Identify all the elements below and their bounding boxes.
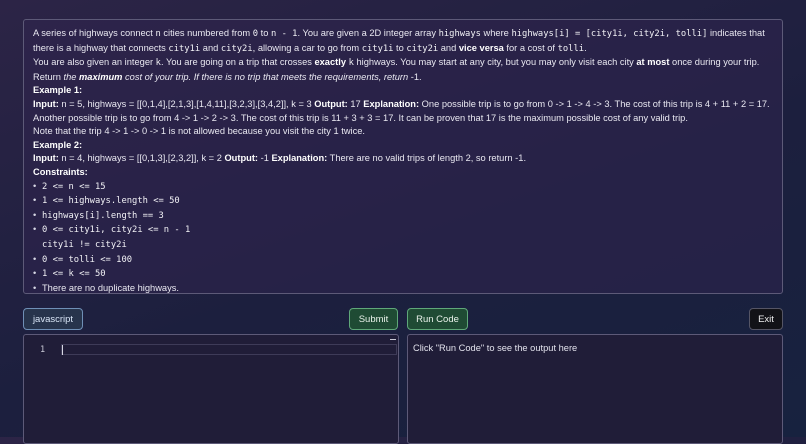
editor-scrollbar[interactable]	[390, 339, 396, 340]
constraint-item: 0 <= tolli <= 100	[33, 253, 773, 268]
exit-button[interactable]: Exit	[749, 308, 783, 330]
submit-button[interactable]: Submit	[349, 308, 398, 330]
problem-paragraph-3: Return the maximum cost of your trip. If…	[33, 71, 422, 82]
language-select-button[interactable]: javascript	[23, 308, 83, 330]
constraint-item: city1i != city2i	[42, 239, 127, 250]
example-1-title: Example 1:	[33, 85, 83, 96]
output-placeholder: Click "Run Code" to see the output here	[413, 343, 578, 353]
problem-description: A series of highways connect n cities nu…	[23, 19, 783, 296]
constraints-list: 2 <= n <= 15 1 <= highways.length <= 50 …	[33, 180, 773, 296]
run-code-button[interactable]: Run Code	[407, 308, 468, 330]
constraint-item: 1 <= highways.length <= 50	[33, 194, 773, 209]
constraint-item: 1 <= k <= 50	[33, 267, 773, 282]
example-1-note: Note that the trip 4 -> 1 -> 0 -> 1 is n…	[33, 126, 366, 137]
constraint-item: 0 <= city1i, city2i <= n - 1	[33, 223, 773, 238]
active-line-highlight[interactable]	[61, 344, 397, 355]
constraint-item: There are no duplicate highways.	[33, 282, 773, 296]
text-cursor	[62, 345, 63, 355]
line-number: 1	[40, 345, 46, 355]
problem-paragraph-2: You are also given an integer k. You are…	[33, 57, 760, 69]
example-1-body: Input: n = 5, highways = [[0,1,4],[2,1,3…	[33, 98, 770, 123]
constraints-title: Constraints:	[33, 166, 88, 177]
constraint-item: 2 <= n <= 15	[33, 180, 773, 195]
example-2-title: Example 2:	[33, 139, 83, 150]
example-2-body: Input: n = 4, highways = [[0,1,3],[2,3,2…	[33, 153, 527, 164]
output-panel: Click "Run Code" to see the output here	[407, 334, 783, 444]
constraint-item: highways[i].length == 3	[33, 209, 773, 224]
problem-paragraph-1: A series of highways connect n cities nu…	[33, 28, 765, 54]
code-editor[interactable]: 1	[23, 334, 399, 444]
